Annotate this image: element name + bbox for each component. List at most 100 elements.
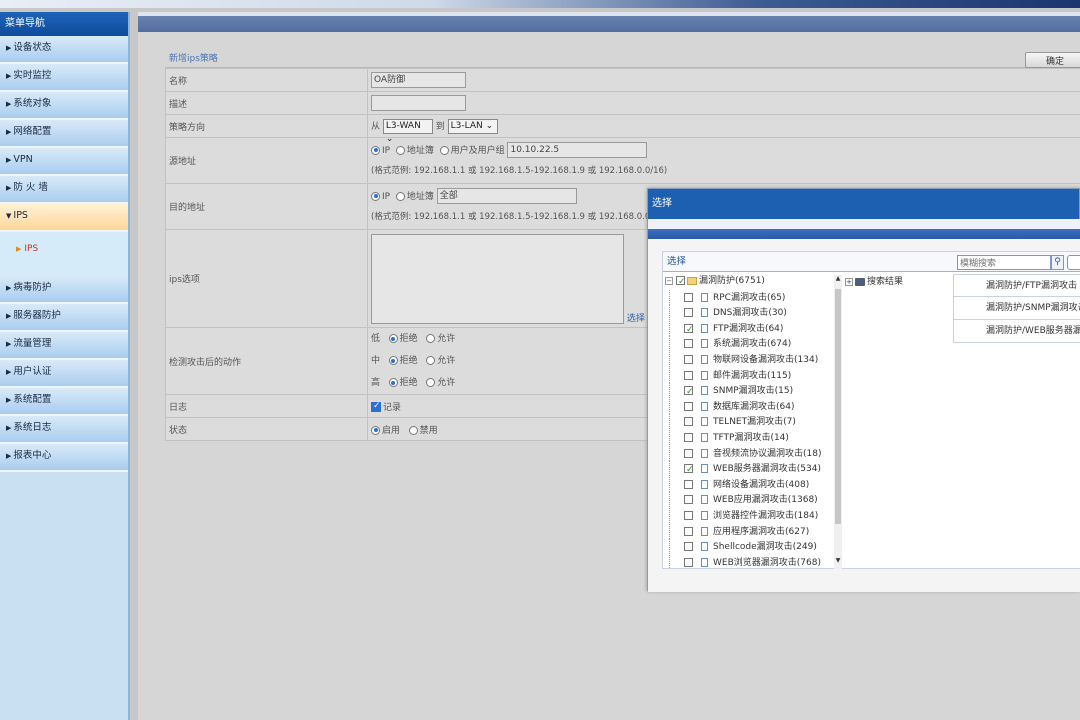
sidebar-item[interactable]: ▶ 用户认证 [0, 360, 128, 388]
sidebar-item[interactable]: ▶ 网络配置 [0, 120, 128, 148]
scroll-down-icon[interactable]: ▼ [834, 557, 842, 565]
tree-item[interactable]: 数据库漏洞攻击(64) [665, 398, 835, 415]
sidebar-subitem-ips[interactable]: ▶ IPS [0, 232, 128, 276]
high-allow-radio[interactable] [426, 378, 436, 387]
tree-item[interactable]: DNS漏洞攻击(30) [665, 305, 835, 321]
mid-allow-radio[interactable] [426, 356, 436, 365]
sidebar-item[interactable]: ▶ 系统对象 [0, 92, 128, 120]
tree-item-checkbox[interactable] [684, 495, 693, 505]
scroll-thumb[interactable] [835, 289, 841, 524]
tree-item[interactable]: 浏览器控件漏洞攻击(184) [665, 507, 835, 524]
tree-connector [669, 539, 683, 555]
expand-icon[interactable]: + [845, 277, 853, 286]
src-pool-radio[interactable] [395, 145, 405, 155]
document-icon [701, 542, 708, 552]
tree-item-checkbox[interactable] [684, 557, 693, 567]
tree-item-checkbox[interactable] [684, 448, 693, 458]
tree-item[interactable]: SNMP漏洞攻击(15) [665, 383, 835, 401]
tree-item-label: SNMP漏洞攻击(15) [713, 386, 794, 397]
low-allow-radio[interactable] [426, 334, 436, 343]
status-disable-radio[interactable] [408, 425, 418, 435]
tree-item-checkbox[interactable] [684, 401, 693, 411]
tree-item-checkbox[interactable] [684, 292, 693, 302]
tree-item-checkbox[interactable] [684, 417, 693, 427]
dialog-title[interactable]: 选择 [648, 189, 1079, 219]
tree-item[interactable]: WEB应用漏洞攻击(1368) [665, 492, 835, 508]
status-enable-radio[interactable] [371, 425, 380, 435]
sidebar-item[interactable]: ▶ 系统日志 [0, 416, 128, 444]
result-item[interactable]: 漏洞防护/WEB服务器漏洞攻 [953, 320, 1080, 343]
sidebar-item[interactable]: ▶ 实时监控 [0, 64, 128, 92]
from-select[interactable]: L3-WAN ⌄ [382, 118, 433, 144]
tree-item-checkbox[interactable] [684, 479, 693, 489]
tree-item-checkbox[interactable] [684, 510, 693, 520]
caret-right-icon: ▶ [6, 72, 12, 80]
tree-root-checkbox[interactable] [676, 275, 686, 291]
tree-item[interactable]: 系统漏洞攻击(674) [665, 336, 835, 352]
scroll-up-icon[interactable]: ▲ [834, 275, 842, 283]
dst-pool-radio[interactable] [395, 191, 405, 201]
sidebar-item[interactable]: ▶ 系统配置 [0, 388, 128, 416]
tree-item-checkbox[interactable] [684, 339, 693, 349]
tree-item-checkbox[interactable] [684, 526, 693, 536]
ips-options-textarea[interactable] [371, 233, 624, 324]
tree-item[interactable]: TELNET漏洞攻击(7) [665, 414, 835, 430]
tree-item-checkbox[interactable] [684, 308, 693, 318]
tree-item-checkbox[interactable] [684, 370, 693, 380]
tree-item[interactable]: 应用程序漏洞攻击(627) [665, 523, 835, 540]
tree-item[interactable]: RPC漏洞攻击(65) [665, 289, 835, 306]
sidebar-item[interactable]: ▶ 流量管理 [0, 332, 128, 360]
src-user-radio[interactable] [439, 145, 449, 155]
src-ip-radio[interactable] [371, 145, 380, 155]
dst-ip-radio[interactable] [371, 191, 380, 201]
high-reject-radio[interactable] [388, 378, 398, 387]
name-input[interactable]: OA防御 [371, 72, 466, 88]
tree-item[interactable]: 邮件漏洞攻击(115) [665, 367, 835, 384]
caret-right-icon: ▶ [6, 452, 12, 460]
tree-item[interactable]: FTP漏洞攻击(64) [665, 320, 835, 338]
log-record-checkbox[interactable] [371, 401, 381, 412]
tree-item-checkbox[interactable] [684, 463, 694, 479]
tree-root[interactable]: − 漏洞防护(6751) [665, 274, 835, 291]
sidebar-item[interactable]: ▶ 病毒防护 [0, 276, 128, 304]
tree-item[interactable]: TFTP漏洞攻击(14) [665, 429, 835, 446]
tree-scrollbar[interactable]: ▲ ▼ [834, 275, 842, 569]
collapse-icon[interactable]: − [665, 276, 673, 285]
fuzzy-search-input[interactable] [957, 255, 1051, 270]
magnifier-icon[interactable]: ⚲ [1051, 255, 1064, 270]
low-reject-radio[interactable] [388, 334, 398, 343]
confirm-button[interactable]: 确定 [1025, 52, 1080, 68]
tree-item-checkbox[interactable] [684, 385, 694, 401]
tree-item-checkbox[interactable] [684, 542, 693, 552]
tree-item-checkbox[interactable] [684, 323, 694, 338]
tree-item[interactable]: 物联网设备漏洞攻击(134) [665, 351, 835, 368]
tree-item-label: TELNET漏洞攻击(7) [713, 417, 796, 428]
mid-reject-radio[interactable] [388, 356, 398, 365]
to-select[interactable]: L3-LAN ⌄ [447, 118, 498, 134]
tree-item[interactable]: 网络设备漏洞攻击(408) [665, 476, 835, 493]
search-extra-button[interactable] [1067, 255, 1080, 270]
tree-item-checkbox[interactable] [684, 354, 693, 364]
select-link[interactable]: 选择 [627, 314, 645, 324]
sidebar-item[interactable]: ▶ VPN [0, 148, 128, 176]
tree-item-checkbox[interactable] [684, 432, 693, 442]
sidebar-item[interactable]: ▶ 防 火 墙 [0, 176, 128, 204]
sidebar-item[interactable]: ▶ 服务器防护 [0, 304, 128, 332]
sidebar-item[interactable]: ▶ 报表中心 [0, 444, 128, 472]
sidebar-item[interactable]: ▶ 设备状态 [0, 36, 128, 64]
tree-item[interactable]: Shellcode漏洞攻击(249) [665, 539, 835, 555]
document-icon [701, 417, 708, 427]
source-address-input[interactable]: 10.10.22.5 [507, 142, 648, 158]
tree-item[interactable]: WEB浏览器漏洞攻击(768) [665, 554, 835, 569]
search-results-node[interactable]: + 搜索结果 [845, 274, 965, 294]
sidebar-item[interactable]: ▼ IPS [0, 204, 128, 232]
to-select-value: L3-LAN [450, 120, 483, 131]
result-item[interactable]: 漏洞防护/SNMP漏洞攻击 [953, 297, 1080, 320]
from-label: 从 [371, 121, 381, 132]
tree-item[interactable]: WEB服务器漏洞攻击(534) [665, 461, 835, 479]
tree-item[interactable]: 音视频流协议漏洞攻击(18) [665, 445, 835, 462]
result-item[interactable]: 漏洞防护/FTP漏洞攻击 [953, 274, 1080, 297]
description-input[interactable] [371, 95, 466, 111]
destination-address-input[interactable]: 全部 [436, 188, 577, 204]
source-format-hint: (格式范例: 192.168.1.1 或 192.168.1.5-192.168… [371, 165, 668, 176]
